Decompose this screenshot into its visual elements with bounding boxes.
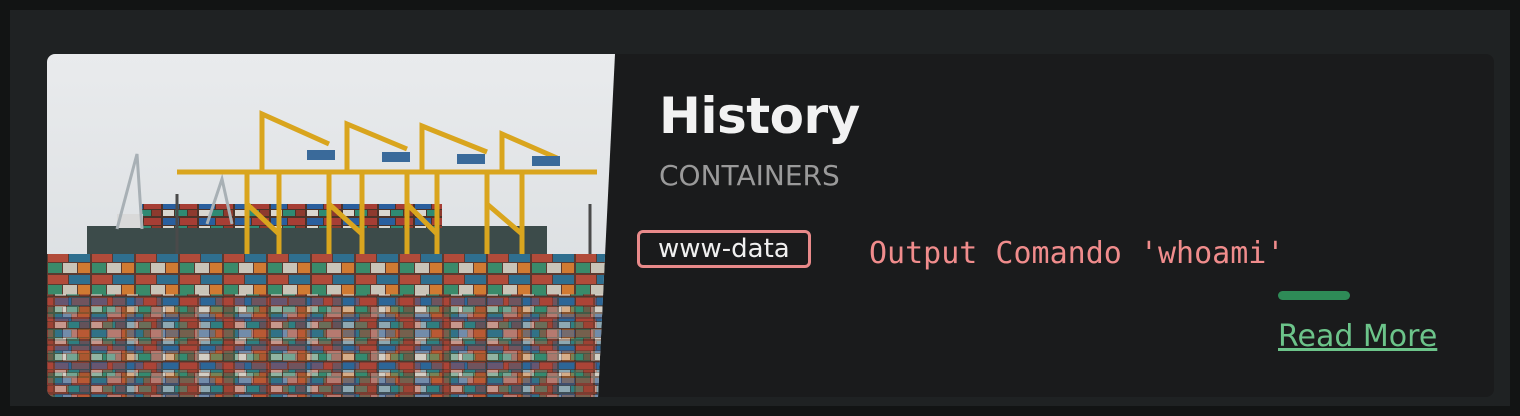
user-badge: www-data <box>637 230 811 268</box>
accent-bar <box>1278 291 1350 300</box>
command-output-label: Output Comando 'whoami' <box>869 236 1285 271</box>
post-card: History CONTAINERS www-data Output Coman… <box>47 54 1494 397</box>
card-image <box>47 54 615 397</box>
post-category: CONTAINERS <box>659 159 840 192</box>
card-body: History CONTAINERS www-data Output Coman… <box>637 54 1494 397</box>
read-more-link[interactable]: Read More <box>1278 318 1437 356</box>
container-port-image <box>47 54 615 397</box>
post-title: History <box>659 87 860 145</box>
card-frame: History CONTAINERS www-data Output Coman… <box>10 10 1510 406</box>
